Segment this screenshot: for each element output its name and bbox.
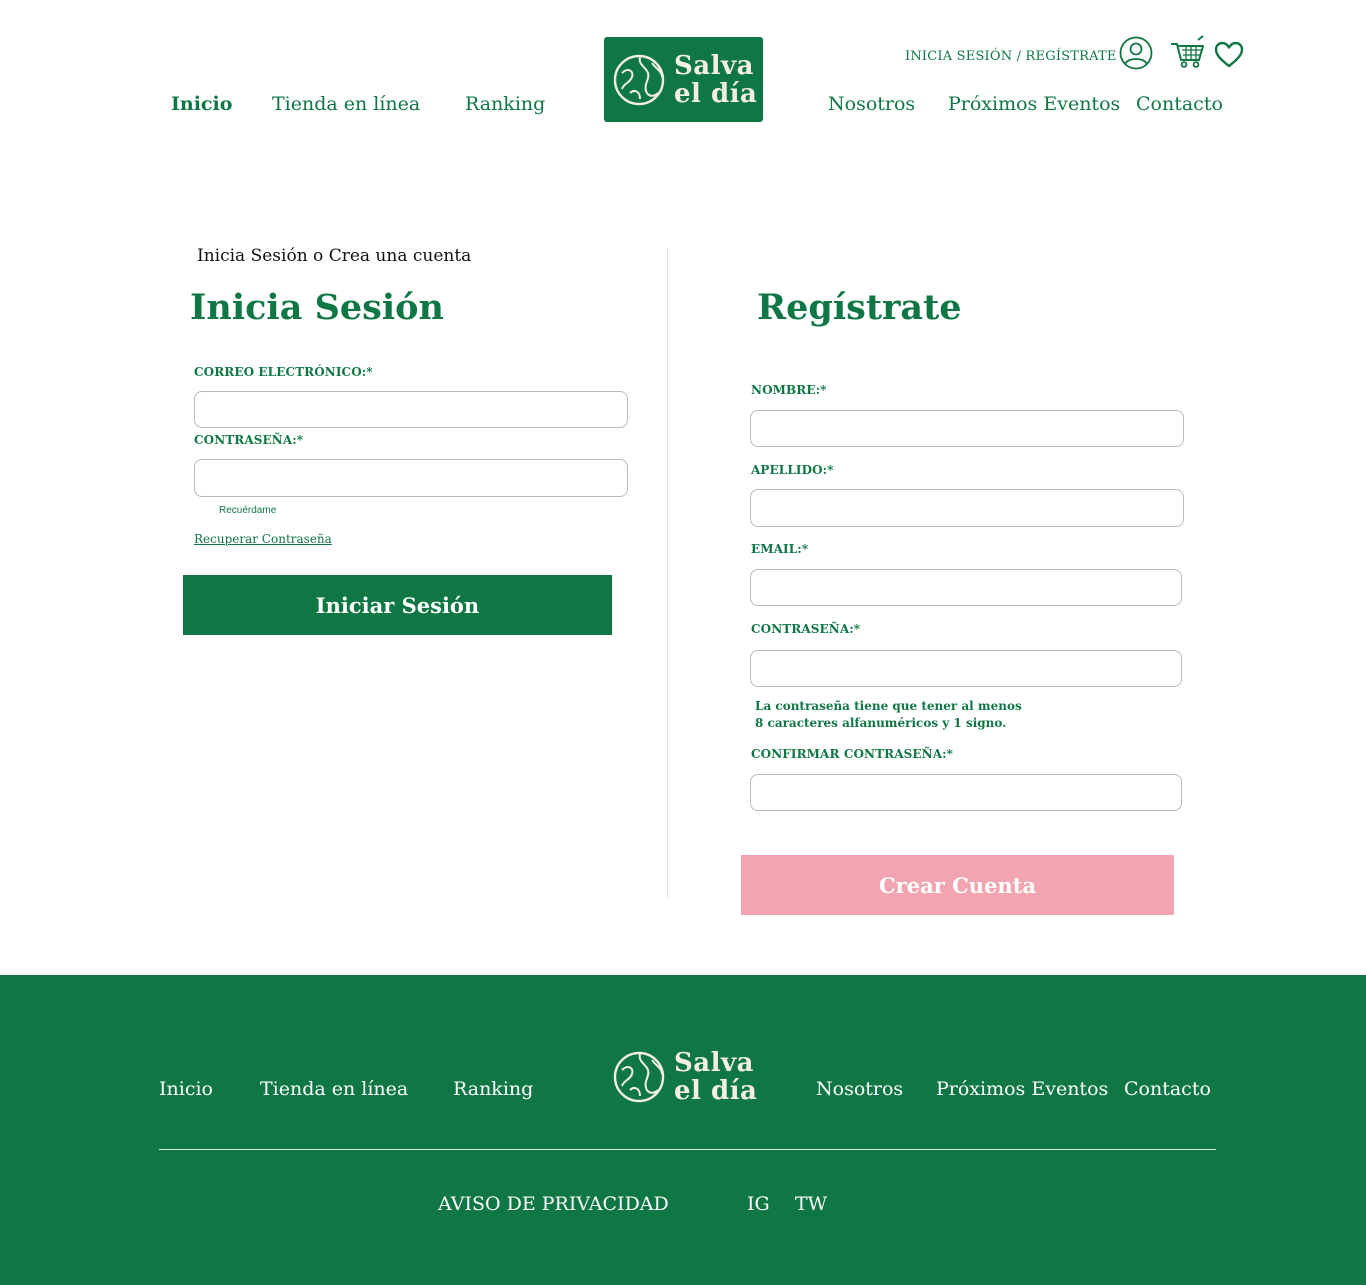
register-lastname-label: APELLIDO:*	[751, 463, 834, 477]
login-button[interactable]: Iniciar Sesión	[183, 575, 612, 635]
nav-tienda-en-linea[interactable]: Tienda en línea	[272, 93, 420, 115]
cart-icon[interactable]	[1170, 35, 1206, 69]
footer-logo-text: Salva el día	[674, 1047, 758, 1106]
register-email-label: EMAIL:*	[751, 542, 809, 556]
globe-leaf-icon	[613, 54, 665, 105]
login-register-link[interactable]: INICIA SESIÓN / REGÍSTRATE	[905, 49, 1117, 64]
login-password-label: CONTRASEÑA:*	[194, 433, 304, 447]
recover-password-link[interactable]: Recuperar Contraseña	[194, 532, 332, 546]
footer-divider	[159, 1149, 1216, 1150]
remember-me-label[interactable]: Recuérdame	[219, 505, 276, 516]
register-lastname-input[interactable]	[750, 489, 1184, 527]
register-name-label: NOMBRE:*	[751, 383, 827, 397]
heart-icon[interactable]	[1214, 41, 1244, 68]
footer-nav-contacto[interactable]: Contacto	[1124, 1078, 1211, 1100]
globe-leaf-icon	[613, 1051, 665, 1102]
privacy-notice-link[interactable]: AVISO DE PRIVACIDAD	[438, 1193, 669, 1215]
register-confirm-label: CONFIRMAR CONTRASEÑA:*	[751, 747, 954, 761]
nav-inicio[interactable]: Inicio	[171, 93, 232, 115]
footer-nav-ranking[interactable]: Ranking	[453, 1078, 533, 1100]
register-email-input[interactable]	[750, 569, 1182, 606]
register-title: Regístrate	[757, 287, 962, 328]
footer-nav-tienda-en-linea[interactable]: Tienda en línea	[260, 1078, 408, 1100]
login-email-label: CORREO ELECTRÓNICO:*	[194, 365, 373, 379]
nav-proximos-eventos[interactable]: Próximos Eventos	[948, 93, 1120, 115]
register-confirm-input[interactable]	[750, 774, 1182, 811]
user-icon[interactable]	[1119, 36, 1153, 70]
instagram-link[interactable]: IG	[747, 1193, 770, 1215]
create-account-button[interactable]: Crear Cuenta	[741, 855, 1174, 915]
nav-contacto[interactable]: Contacto	[1136, 93, 1223, 115]
login-password-input[interactable]	[194, 459, 628, 497]
footer-nav-nosotros[interactable]: Nosotros	[816, 1078, 903, 1100]
register-name-input[interactable]	[750, 410, 1184, 447]
login-email-input[interactable]	[194, 391, 628, 428]
footer-logo[interactable]: Salva el día	[604, 1034, 763, 1119]
nav-ranking[interactable]: Ranking	[465, 93, 545, 115]
logo-text: Salva el día	[674, 50, 758, 109]
password-hint: La contraseña tiene que tener al menos 8…	[755, 699, 1022, 730]
site-logo[interactable]: Salva el día	[604, 37, 763, 122]
register-password-input[interactable]	[750, 650, 1182, 687]
footer-nav-inicio[interactable]: Inicio	[159, 1078, 213, 1100]
column-divider	[667, 248, 668, 898]
breadcrumb: Inicia Sesión o Crea una cuenta	[197, 246, 472, 266]
nav-nosotros[interactable]: Nosotros	[828, 93, 915, 115]
site-footer: Inicio Tienda en línea Ranking Salva el …	[0, 975, 1366, 1285]
twitter-link[interactable]: TW	[795, 1193, 827, 1215]
login-title: Inicia Sesión	[190, 287, 444, 328]
register-password-label: CONTRASEÑA:*	[751, 622, 861, 636]
footer-nav-proximos-eventos[interactable]: Próximos Eventos	[936, 1078, 1108, 1100]
